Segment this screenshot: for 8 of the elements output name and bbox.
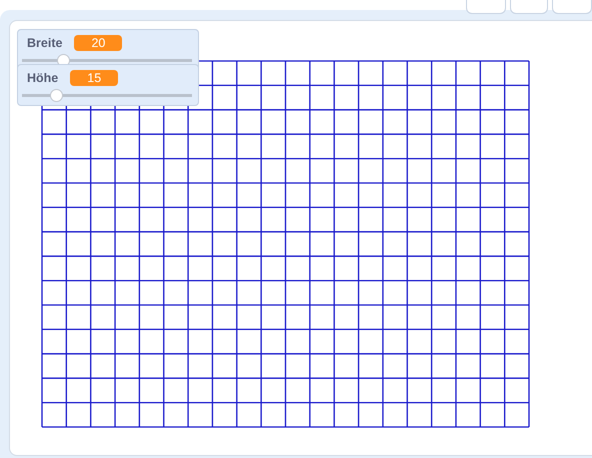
slider-thumb[interactable] <box>50 89 64 102</box>
variable-name: Höhe <box>27 71 58 85</box>
variable-name: Breite <box>27 36 62 50</box>
toolbar-button[interactable] <box>552 0 592 14</box>
toolbar-button[interactable] <box>466 0 506 14</box>
variable-value: 20 <box>74 35 122 51</box>
toolbar-button[interactable] <box>510 0 548 14</box>
variable-value: 15 <box>70 70 118 86</box>
